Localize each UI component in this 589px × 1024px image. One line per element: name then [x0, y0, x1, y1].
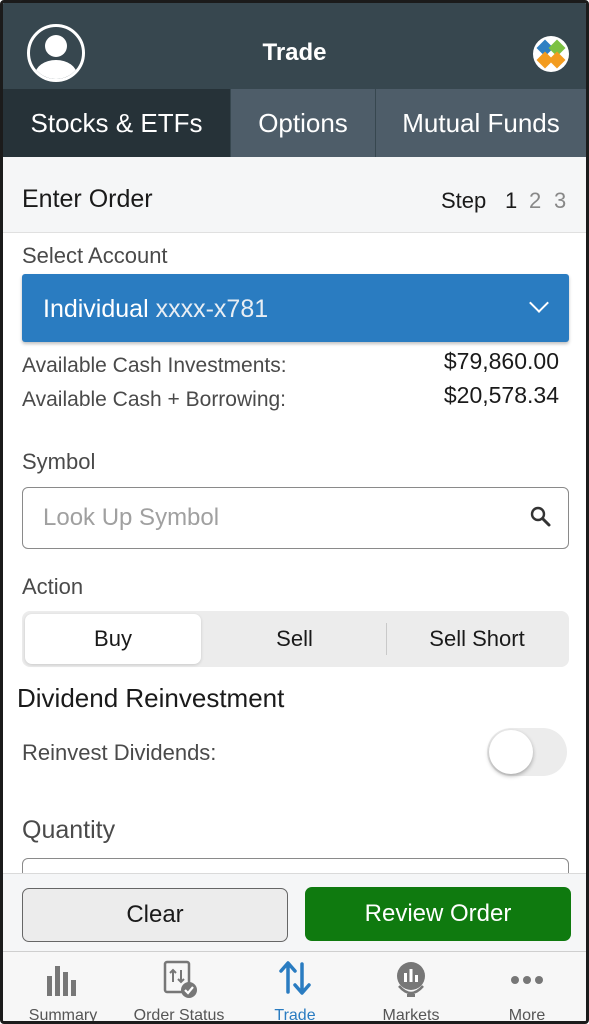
tab-options[interactable]: Options	[231, 89, 376, 157]
symbol-search-box	[22, 487, 569, 549]
trade-arrows-icon	[279, 961, 311, 995]
brand-logo-icon[interactable]	[533, 36, 569, 72]
order-status-icon	[163, 960, 197, 998]
globe-chart-icon	[397, 962, 425, 997]
reinvest-dividends-toggle[interactable]	[487, 728, 567, 776]
step-label: Step	[441, 188, 487, 213]
nav-markets[interactable]: Markets	[353, 952, 469, 1024]
bar-chart-icon	[47, 966, 76, 996]
symbol-label: Symbol	[22, 449, 96, 474]
nav-order-status[interactable]: Order Status	[121, 952, 237, 1024]
app-frame: Trade Stocks & ETFs Options Mutual Funds…	[0, 0, 589, 1024]
nav-trade-label: Trade	[274, 1007, 316, 1024]
review-order-button[interactable]: Review Order	[305, 887, 571, 941]
cash-investments-row: Available Cash Investments: $79,860.00	[22, 348, 562, 382]
step-2-indicator: 2	[529, 188, 542, 213]
account-name: Individual	[43, 295, 149, 323]
reinvest-dividends-label: Reinvest Dividends:	[22, 740, 217, 765]
action-buy-option[interactable]: Buy	[25, 614, 201, 664]
order-action-bar: Clear Review Order	[3, 873, 586, 951]
account-number: xxxx-x781	[155, 295, 269, 323]
chevron-down-icon	[529, 293, 549, 313]
clear-button[interactable]: Clear	[22, 888, 288, 942]
account-display: Individual xxxx-x781	[43, 295, 268, 324]
cash-investments-label: Available Cash Investments:	[22, 354, 287, 377]
action-sell-option[interactable]: Sell	[204, 614, 385, 664]
cash-borrowing-label: Available Cash + Borrowing:	[22, 388, 287, 411]
nav-summary-label: Summary	[28, 1007, 98, 1024]
action-label: Action	[22, 574, 84, 599]
symbol-search-input[interactable]	[43, 503, 503, 533]
bottom-navigation: Summary Order Status Trade Markets More	[3, 951, 586, 1024]
account-dropdown[interactable]: Individual xxxx-x781	[22, 274, 569, 342]
order-section-header: Enter Order Step 1 2 3	[3, 157, 586, 233]
step-3-indicator: 3	[554, 188, 567, 213]
tab-stocks-etfs[interactable]: Stocks & ETFs	[3, 89, 231, 157]
page-title: Trade	[262, 39, 327, 66]
cash-investments-value: $79,860.00	[443, 348, 559, 374]
section-title: Enter Order	[22, 185, 153, 213]
nav-order-status-label: Order Status	[133, 1007, 225, 1024]
nav-more-label: More	[508, 1007, 546, 1024]
nav-more[interactable]: More	[469, 952, 585, 1024]
dividend-reinvestment-title: Dividend Reinvestment	[17, 683, 285, 713]
nav-trade[interactable]: Trade	[237, 952, 353, 1024]
nav-summary[interactable]: Summary	[5, 952, 121, 1024]
toggle-knob	[489, 730, 533, 774]
segment-divider	[386, 623, 387, 655]
action-segmented-control: Buy Sell Sell Short	[22, 611, 569, 667]
quantity-label: Quantity	[22, 816, 116, 844]
step-1-indicator: 1	[505, 188, 518, 213]
app-header: Trade	[3, 3, 586, 89]
cash-borrowing-value: $20,578.34	[443, 382, 559, 408]
action-sell-short-option[interactable]: Sell Short	[388, 614, 566, 664]
search-icon[interactable]	[529, 505, 553, 529]
tab-mutual-funds[interactable]: Mutual Funds	[376, 89, 586, 157]
select-account-label: Select Account	[22, 243, 168, 268]
more-dots-icon	[511, 976, 543, 984]
nav-markets-label: Markets	[382, 1007, 440, 1024]
trade-type-tabs: Stocks & ETFs Options Mutual Funds	[3, 89, 586, 157]
cash-borrowing-row: Available Cash + Borrowing: $20,578.34	[22, 382, 562, 416]
